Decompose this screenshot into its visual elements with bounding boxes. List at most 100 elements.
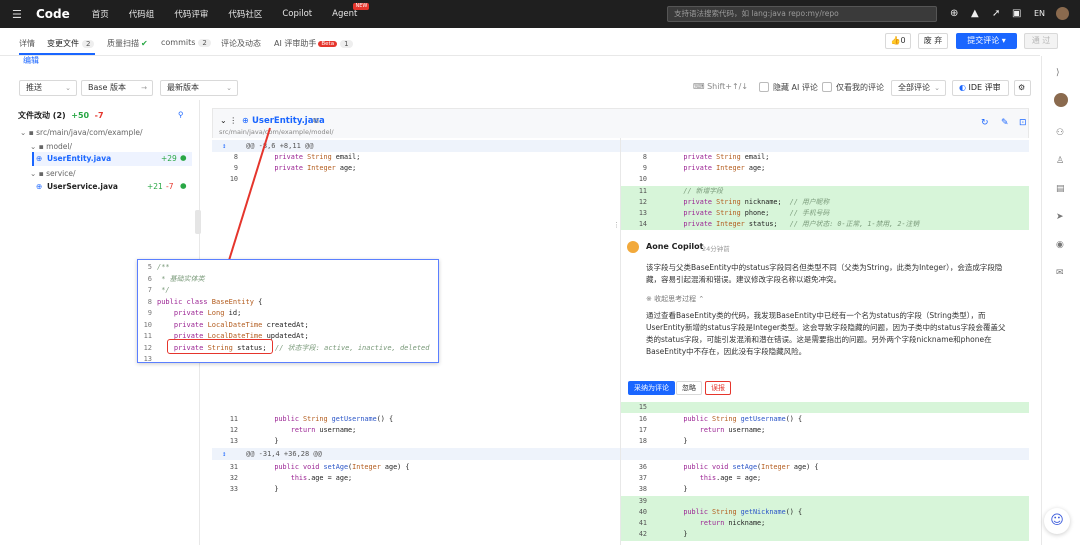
tab-changed-files-label: 变更文件 (47, 39, 79, 48)
like-button[interactable]: 👍0 (885, 33, 911, 49)
latest-version-value: 最新版本 (167, 83, 199, 92)
ide-review-button[interactable]: ◐ IDE 评审 (952, 80, 1009, 96)
tab-ai-assistant-label: AI 评审助手 (274, 39, 317, 48)
diff-file-header: ⌄ ⋮ ⊕ UserEntity.java ⧉ src/main/java/co… (212, 108, 1029, 138)
nav-code-group[interactable]: 代码组 (129, 8, 155, 20)
abandon-button[interactable]: 废 弃 (918, 33, 948, 49)
mail-icon[interactable]: ✉ (1056, 268, 1064, 278)
hunk-header-text: @@ -8,6 +8,11 @@ (246, 142, 314, 150)
approve-button[interactable]: 通 过 (1024, 33, 1058, 49)
callout-code: * 基础实体类 (157, 274, 205, 283)
callout-code: private LocalDateTime createdAt; (157, 320, 309, 329)
nav-code-community[interactable]: 代码社区 (228, 8, 262, 20)
expand-icon[interactable]: ↕ (222, 448, 226, 460)
ide-review-label: IDE 评审 (968, 83, 1001, 92)
tab-ai-assistant[interactable]: AI 评审助手 Beta 1 (274, 38, 353, 49)
edit-link[interactable]: 编辑 (23, 55, 39, 66)
collapse-icon[interactable]: ⟩ (1056, 68, 1060, 78)
group-icon[interactable]: ⚇ (1056, 128, 1064, 138)
callout-line-number: 10 (143, 320, 152, 329)
bell-icon[interactable]: ▲ (971, 8, 979, 20)
nav-code-review[interactable]: 代码评审 (174, 8, 208, 20)
copilot-avatar (627, 241, 639, 253)
code-text: public void setAge(Integer age) { (258, 463, 410, 471)
diff-line-added: 11 // 新增字段 (621, 186, 1029, 197)
file-user-entity-label: UserEntity.java (47, 154, 112, 163)
chevron-down-icon: ⌄ (65, 84, 71, 92)
language-switch[interactable]: EN (1034, 9, 1045, 18)
arrow-right-icon: → (141, 84, 147, 92)
nav-home[interactable]: 首页 (92, 8, 109, 20)
line-number: 15 (638, 403, 647, 411)
edit-icon[interactable]: ✎ (1001, 118, 1009, 128)
user-avatar[interactable] (1056, 7, 1069, 20)
pointer-icon[interactable]: ➚ (992, 8, 1000, 20)
tab-changed-files[interactable]: 变更文件 2 (47, 38, 95, 49)
folder-root[interactable]: ⌄ ▪ src/main/java/com/example/ (20, 128, 142, 137)
menu-icon[interactable]: ☰ (12, 8, 30, 21)
keyboard-shortcut-hint: ⌨ Shift+↑/↓ (693, 82, 748, 91)
push-select[interactable]: 推送 ⌄ (19, 80, 77, 96)
base-version-select[interactable]: Base 版本 → (81, 80, 153, 96)
like-count: 0 (900, 36, 906, 45)
chevron-down-icon[interactable]: ⌄ ⋮ (220, 116, 237, 125)
ignore-button[interactable]: 忽略 (676, 381, 702, 395)
settings-button[interactable]: ⚙ (1014, 80, 1031, 96)
tab-details[interactable]: 详情 (19, 38, 35, 49)
line-number: 31 (229, 463, 238, 471)
nav-copilot[interactable]: Copilot (282, 9, 312, 19)
hide-ai-label: 隐藏 AI 评论 (773, 83, 818, 92)
file-user-service[interactable]: ⊕ UserService.java +21 -7 ● (36, 181, 191, 191)
checkbox-box (759, 82, 769, 92)
user-icon[interactable]: ♙ (1056, 156, 1064, 166)
document-icon[interactable]: ▤ (1056, 184, 1065, 194)
assistant-bot-icon[interactable]: ☺ (1044, 508, 1070, 534)
diff-line: 9 private Integer age; (212, 163, 620, 174)
collapse-handle[interactable] (195, 210, 201, 234)
file-added-icon: ⊕ (242, 116, 249, 125)
search-icon[interactable]: ⚲ (178, 110, 184, 119)
line-number: 10 (229, 175, 238, 183)
copy-icon[interactable]: ⧉ (313, 116, 319, 126)
tab-comments[interactable]: 评论及动态 (221, 38, 261, 49)
refresh-icon[interactable]: ↻ (981, 118, 989, 128)
beta-badge: Beta (318, 41, 338, 47)
diff-line: 13 } (212, 436, 620, 447)
tab-commits[interactable]: commits 2 (161, 38, 211, 47)
bookmark-icon[interactable]: ⊡ (1019, 118, 1027, 128)
misreport-button[interactable]: 误报 (705, 381, 731, 395)
comment-filter-value: 全部评论 (898, 83, 930, 92)
code-text: private String email; (258, 153, 361, 161)
file-user-entity[interactable]: ⊕ UserEntity.java +29 ● (32, 152, 192, 166)
file-modified-icon: ⊕ (36, 182, 43, 191)
nav-agent[interactable]: Agent NEW (332, 3, 370, 19)
line-number: 16 (638, 415, 647, 423)
expand-icon[interactable]: ↕ (222, 140, 226, 152)
line-number: 32 (229, 474, 238, 482)
line-number: 17 (638, 426, 647, 434)
adopt-button[interactable]: 采纳为评论 (628, 381, 675, 395)
folder-service[interactable]: ⌄ ▪ service/ (30, 169, 76, 178)
chevron-down-icon: ⌄ (226, 84, 232, 92)
send-icon[interactable]: ➤ (1056, 212, 1064, 222)
folder-model[interactable]: ⌄ ▪ model/ (30, 142, 72, 151)
bot-icon[interactable]: ▣ (1012, 8, 1021, 20)
reviewer-avatar[interactable] (1054, 93, 1068, 107)
hide-ai-checkbox[interactable]: 隐藏 AI 评论 (759, 82, 818, 93)
diff-line: 9 private Integer age; (621, 163, 1029, 174)
submit-comment-button[interactable]: 提交评论 ▾ (956, 33, 1017, 49)
search-input[interactable]: 支持语法搜索代码，如 lang:java repo:my/repo (667, 6, 937, 22)
diff-line-added: 39 (621, 496, 1029, 507)
tab-quality-scan[interactable]: 质量扫描 ✔ (107, 38, 148, 49)
drag-handle-icon[interactable]: ⋮ (613, 221, 620, 229)
line-number: 33 (229, 485, 238, 493)
keyboard-icon: ⌨ (693, 82, 708, 91)
plus-icon[interactable]: ⊕ (950, 8, 958, 20)
eye-icon[interactable]: ◉ (1056, 240, 1064, 250)
submit-label: 提交评论 (967, 36, 1000, 45)
think-toggle[interactable]: ※ 收起思考过程 ⌃ (646, 294, 704, 304)
latest-version-select[interactable]: 最新版本 ⌄ (160, 80, 238, 96)
comment-filter-select[interactable]: 全部评论 ⌄ (891, 80, 946, 96)
brand-logo[interactable]: Code (36, 7, 70, 21)
only-mine-checkbox[interactable]: 仅看我的评论 (822, 82, 884, 93)
